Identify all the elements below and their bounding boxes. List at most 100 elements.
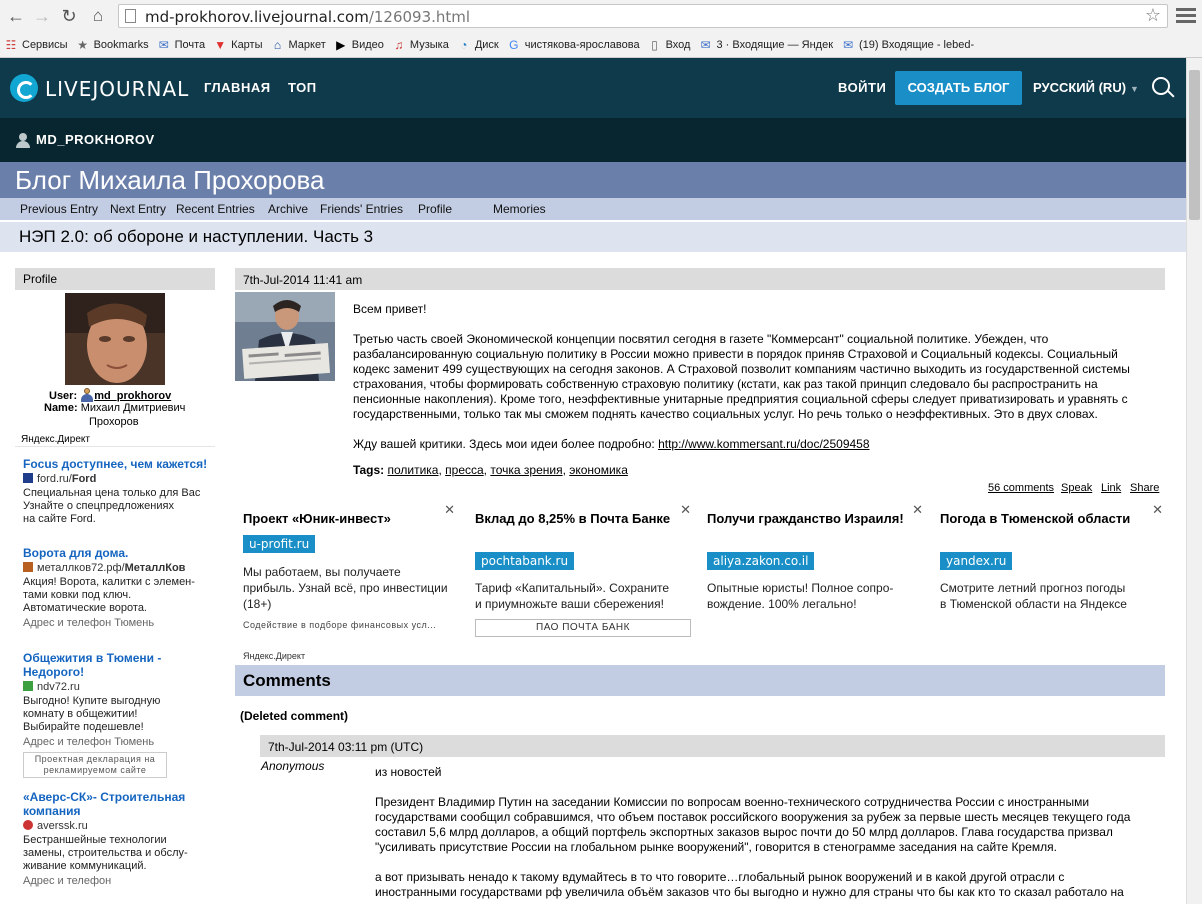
vertical-scrollbar[interactable] — [1186, 58, 1202, 904]
nav-friends-entries[interactable]: Friends' Entries — [320, 202, 403, 216]
left-ad-gates[interactable]: Ворота для дома. металлков72.рф/МеталлКо… — [23, 546, 213, 629]
forward-arrow-icon[interactable]: → — [30, 4, 54, 28]
language-label: РУССКИЙ (RU) — [1033, 80, 1127, 95]
ad-card-weather[interactable]: ✕ Погода в Тюменской области yandex.ru С… — [936, 500, 1163, 646]
browser-menu-icon[interactable] — [1176, 6, 1196, 26]
nav-memories[interactable]: Memories — [493, 202, 546, 216]
ad-card-description: Опытные юристы! Полное сопро- вождение. … — [707, 580, 922, 612]
ad-contacts-link[interactable]: Адрес и телефон Тюмень — [23, 617, 213, 629]
comments-count-link[interactable]: 56 comments — [988, 482, 1054, 494]
ad-card-unik-invest[interactable]: ✕ Проект «Юник-инвест» u-profit.ru Мы ра… — [235, 500, 455, 646]
ad-text-line: Специальная цена только для Вас — [23, 487, 201, 499]
project-declaration-box[interactable]: Проектная декларация на рекламируемом са… — [23, 752, 167, 778]
ad-contacts-link[interactable]: Адрес и телефон Тюмень — [23, 736, 213, 748]
language-selector[interactable]: РУССКИЙ (RU) ▼ — [1033, 80, 1139, 95]
bookmark-item[interactable]: ▼ Карты — [213, 34, 266, 56]
ad-card-domain[interactable]: aliya.zakon.co.il — [707, 552, 815, 570]
comment-line: составил 5,6 млрд долларов, а общий порт… — [375, 825, 1113, 839]
bookmark-item[interactable]: ★ Bookmarks — [76, 34, 153, 56]
yandex-direct-label[interactable]: Яндекс.Директ — [21, 434, 90, 445]
profile-name-first: Михаил Дмитриевич — [80, 402, 186, 414]
pochta-bank-button[interactable]: ПАО ПОЧТА БАНК — [475, 619, 691, 637]
home-icon[interactable]: ⌂ — [86, 4, 110, 28]
nav-top-link[interactable]: ТОП — [288, 80, 317, 95]
nav-previous-entry[interactable]: Previous Entry — [20, 202, 98, 216]
bookmark-label: чистякова-ярославова — [524, 39, 640, 51]
entry-tags: Tags: политика, пресса, точка зрения, эк… — [353, 463, 628, 477]
journal-username[interactable]: MD_PROKHOROV — [36, 132, 155, 147]
ad-card-domain[interactable]: u-profit.ru — [243, 535, 316, 553]
nav-recent-entries[interactable]: Recent Entries — [176, 202, 255, 216]
profile-heading: Profile — [23, 272, 58, 286]
ad-text-line: Выгодно! Купите выгодную — [23, 695, 161, 707]
ad-card-domain[interactable]: pochtabank.ru — [475, 552, 575, 570]
url-domain: md-prokhorov.livejournal.com — [145, 8, 369, 26]
ad-text-line: на сайте Ford. — [23, 513, 96, 525]
bookmark-star-icon[interactable]: ☆ — [1145, 5, 1161, 26]
bookmark-item[interactable]: ✉ Почта — [157, 34, 210, 56]
left-ad-dormitory[interactable]: Общежития в Тюмени - Недорого! ndv72.ru … — [23, 651, 213, 778]
close-icon[interactable]: ✕ — [444, 502, 455, 518]
scrollbar-thumb[interactable] — [1189, 70, 1200, 220]
reload-icon[interactable]: ↻ — [57, 4, 81, 28]
close-icon[interactable]: ✕ — [1152, 502, 1163, 518]
bookmark-item[interactable]: ✉ (19) Входящие - lebed- — [841, 34, 978, 56]
ad-text-line: Узнайте о спецпредложениях — [23, 500, 174, 512]
tag-link[interactable]: точка зрения — [490, 463, 562, 477]
comment-paragraph: Президент Владимир Путин на заседании Ко… — [375, 795, 1155, 855]
bookmark-item[interactable]: ⌂ Маркет — [271, 34, 330, 56]
entry-greeting: Всем привет! — [353, 302, 427, 316]
yandex-direct-label[interactable]: Яндекс.Директ — [243, 651, 305, 661]
bookmark-item[interactable]: Gчистякова-ярославова — [507, 34, 644, 56]
ad-contacts-link[interactable]: Адрес и телефон — [23, 875, 213, 887]
ad-desc-line: в Тюменской области на Яндексе — [940, 597, 1127, 611]
ad-title[interactable]: Focus доступнее, чем кажется! — [23, 457, 213, 471]
search-icon[interactable] — [1152, 77, 1170, 95]
kommersant-link[interactable]: http://www.kommersant.ru/doc/2509458 — [658, 437, 869, 451]
share-link[interactable]: Share — [1130, 482, 1159, 494]
ad-title[interactable]: Общежития в Тюмени - Недорого! — [23, 651, 213, 679]
ad-title[interactable]: Ворота для дома. — [23, 546, 213, 560]
nav-next-entry[interactable]: Next Entry — [110, 202, 166, 216]
nav-archive[interactable]: Archive — [268, 202, 308, 216]
ad-domain[interactable]: ndv72.ru — [23, 681, 213, 693]
ad-card-pochta-bank[interactable]: ✕ Вклад до 8,25% в Почта Банке pochtaban… — [471, 500, 691, 646]
entry-link[interactable]: Link — [1101, 482, 1121, 494]
ad-domain[interactable]: металлков72.рф/МеталлКов — [23, 562, 213, 574]
ad-card-title[interactable]: Получи гражданство Израиля! — [707, 511, 907, 527]
bookmark-label: (19) Входящие - lebed- — [859, 39, 975, 51]
bookmark-item[interactable]: ♫ Музыка — [392, 34, 453, 56]
address-bar[interactable]: md-prokhorov.livejournal.com/126093.html… — [118, 4, 1168, 28]
back-arrow-icon[interactable]: ← — [4, 4, 28, 28]
tag-link[interactable]: политика — [387, 463, 438, 477]
profile-username-link[interactable]: md_prokhorov — [94, 390, 171, 402]
bookmark-item[interactable]: ▯ Вход — [648, 34, 695, 56]
ad-card-title[interactable]: Вклад до 8,25% в Почта Банке — [475, 511, 675, 527]
bookmark-item[interactable]: ▶ Видео — [334, 34, 388, 56]
bookmark-item[interactable]: ☷ Сервисы — [4, 34, 72, 56]
ad-card-title[interactable]: Проект «Юник-инвест» — [243, 511, 443, 527]
close-icon[interactable]: ✕ — [912, 502, 923, 518]
speak-link[interactable]: Speak — [1061, 482, 1092, 494]
tag-link[interactable]: экономика — [569, 463, 628, 477]
login-link[interactable]: ВОЙТИ — [838, 80, 886, 95]
ad-domain[interactable]: ford.ru/Ford — [23, 473, 213, 485]
profile-user-line: User: md_prokhorov — [49, 388, 171, 402]
ad-card-domain[interactable]: yandex.ru — [940, 552, 1013, 570]
ad-card-title[interactable]: Погода в Тюменской области — [940, 511, 1140, 527]
ad-domain[interactable]: averssk.ru — [23, 820, 213, 832]
ad-title[interactable]: «Аверс-СК»- Строительная компания — [23, 790, 213, 818]
userinfo-icon[interactable] — [80, 388, 94, 402]
tag-link[interactable]: пресса — [445, 463, 484, 477]
comment-date[interactable]: 7th-Jul-2014 03:11 pm (UTC) — [268, 740, 423, 754]
bookmark-item[interactable]: ✉ 3 · Входящие — Яндек — [698, 34, 837, 56]
left-ad-avers[interactable]: «Аверс-СК»- Строительная компания averss… — [23, 790, 213, 887]
bookmark-item[interactable]: ◔ Диск — [457, 34, 503, 56]
nav-profile[interactable]: Profile — [418, 202, 452, 216]
ad-text-line: Автоматические ворота. — [23, 602, 147, 614]
left-ad-ford[interactable]: Focus доступнее, чем кажется! ford.ru/Fo… — [23, 457, 213, 526]
nav-home-link[interactable]: ГЛАВНАЯ — [204, 80, 271, 95]
create-blog-button[interactable]: СОЗДАТЬ БЛОГ — [895, 71, 1022, 105]
close-icon[interactable]: ✕ — [680, 502, 691, 518]
ad-card-israel[interactable]: ✕ Получи гражданство Израиля! aliya.zako… — [703, 500, 923, 646]
